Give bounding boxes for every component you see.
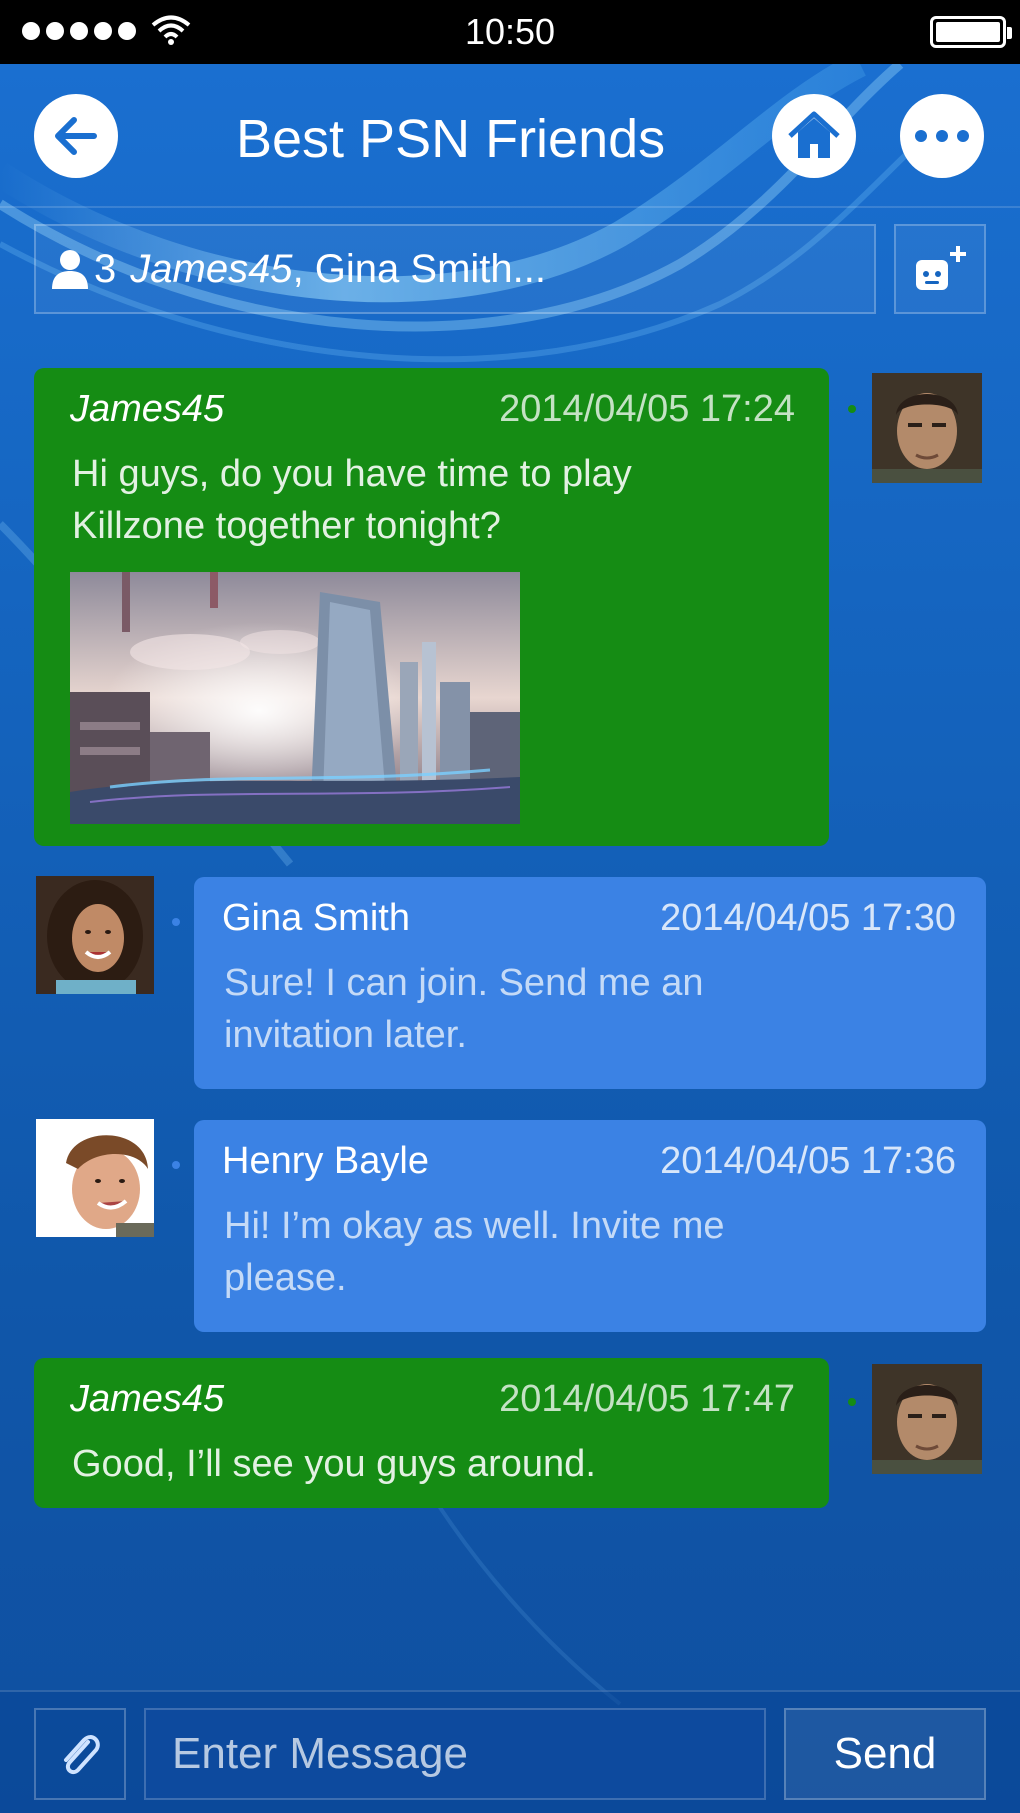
message-timestamp: 2014/04/05 17:36 bbox=[660, 1140, 956, 1182]
message-bubble-own: James45 2014/04/05 17:47 Good, I’ll see … bbox=[34, 1358, 829, 1508]
message-composer: Send bbox=[0, 1690, 1020, 1813]
person-icon bbox=[52, 250, 88, 289]
header: Best PSN Friends bbox=[0, 64, 1020, 208]
message-bubble-own: James45 2014/04/05 17:24 Hi guys, do you… bbox=[34, 368, 829, 846]
more-options-button[interactable] bbox=[900, 94, 984, 178]
home-icon bbox=[788, 111, 840, 158]
participant-first-name: James45 bbox=[130, 246, 293, 291]
more-dots-icon bbox=[915, 130, 969, 142]
signal-strength-icon bbox=[22, 22, 136, 40]
bubble-tail-dot bbox=[172, 1161, 180, 1169]
participant-names: James45, Gina Smith... bbox=[130, 247, 546, 292]
message-text: Hi! I’m okay as well. Invite me please. bbox=[224, 1205, 725, 1299]
message-bubble-other: Henry Bayle 2014/04/05 17:36 Hi! I’m oka… bbox=[194, 1120, 986, 1332]
participant-other-names: , Gina Smith... bbox=[292, 246, 546, 291]
message-timestamp: 2014/04/05 17:30 bbox=[660, 897, 956, 939]
wifi-icon bbox=[150, 14, 192, 51]
header-divider bbox=[0, 206, 1020, 208]
add-friend-icon bbox=[916, 246, 966, 290]
battery-icon bbox=[930, 16, 1012, 48]
message-bubble-other: Gina Smith 2014/04/05 17:30 Sure! I can … bbox=[194, 877, 986, 1089]
message-timestamp: 2014/04/05 17:24 bbox=[499, 388, 795, 430]
message-sender: James45 bbox=[70, 388, 225, 430]
message-sender: Henry Bayle bbox=[222, 1140, 429, 1182]
home-button[interactable] bbox=[772, 94, 856, 178]
back-button[interactable] bbox=[34, 94, 118, 178]
arrow-left-icon bbox=[55, 117, 97, 155]
message-input[interactable] bbox=[144, 1708, 766, 1800]
participant-count: 3 bbox=[94, 246, 117, 291]
add-member-button[interactable] bbox=[894, 224, 986, 314]
avatar-james45[interactable] bbox=[872, 1364, 982, 1474]
bubble-tail-dot bbox=[848, 405, 856, 413]
status-bar: 10:50 bbox=[0, 0, 1020, 64]
message-timestamp: 2014/04/05 17:47 bbox=[499, 1378, 795, 1420]
avatar-james45[interactable] bbox=[872, 373, 982, 483]
message-sender: James45 bbox=[70, 1378, 225, 1420]
bubble-tail-dot bbox=[848, 1398, 856, 1406]
paperclip-icon bbox=[64, 1735, 100, 1775]
shared-game-screenshot[interactable] bbox=[70, 572, 520, 824]
send-button[interactable]: Send bbox=[784, 1708, 986, 1800]
page-title: Best PSN Friends bbox=[236, 109, 666, 169]
participants-bar[interactable]: 3 James45, Gina Smith... bbox=[34, 224, 876, 314]
message-sender: Gina Smith bbox=[222, 897, 410, 939]
avatar-henry-bayle[interactable] bbox=[36, 1119, 154, 1237]
status-time: 10:50 bbox=[464, 11, 556, 52]
avatar-gina-smith[interactable] bbox=[36, 876, 154, 994]
bubble-tail-dot bbox=[172, 918, 180, 926]
message-text: Sure! I can join. Send me an invitation … bbox=[224, 962, 704, 1056]
attach-button[interactable] bbox=[34, 1708, 126, 1800]
message-text: Hi guys, do you have time to play Killzo… bbox=[72, 453, 632, 547]
message-text: Good, I’ll see you guys around. bbox=[72, 1443, 596, 1485]
